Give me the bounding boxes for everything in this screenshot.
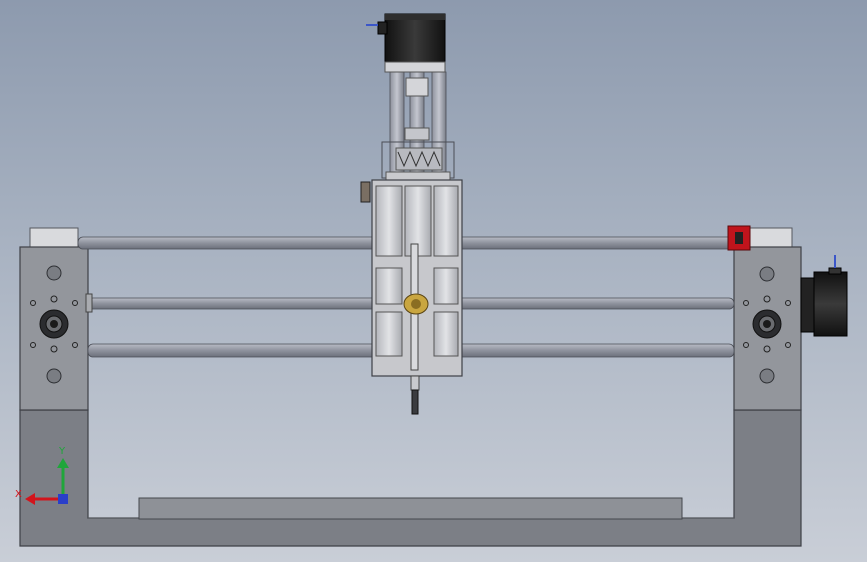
- tool-bit: [410, 375, 420, 415]
- z-stepper-motor: [366, 13, 446, 73]
- x-stepper-motor: [800, 255, 848, 337]
- z-axis-marker: [58, 494, 68, 504]
- work-table: [138, 497, 683, 520]
- x-axis-label: X: [15, 489, 22, 500]
- limit-switch: [727, 225, 751, 251]
- left-end-plate: [19, 227, 89, 411]
- z-axis-assembly: [381, 71, 455, 183]
- right-end-plate: [733, 227, 802, 411]
- y-axis-label: Y: [58, 446, 66, 457]
- cad-viewport[interactable]: Y X: [0, 0, 867, 562]
- base-frame: [19, 409, 802, 547]
- cnc-machine-front-view: Y X: [15, 13, 848, 547]
- gantry-carriage: [360, 179, 463, 377]
